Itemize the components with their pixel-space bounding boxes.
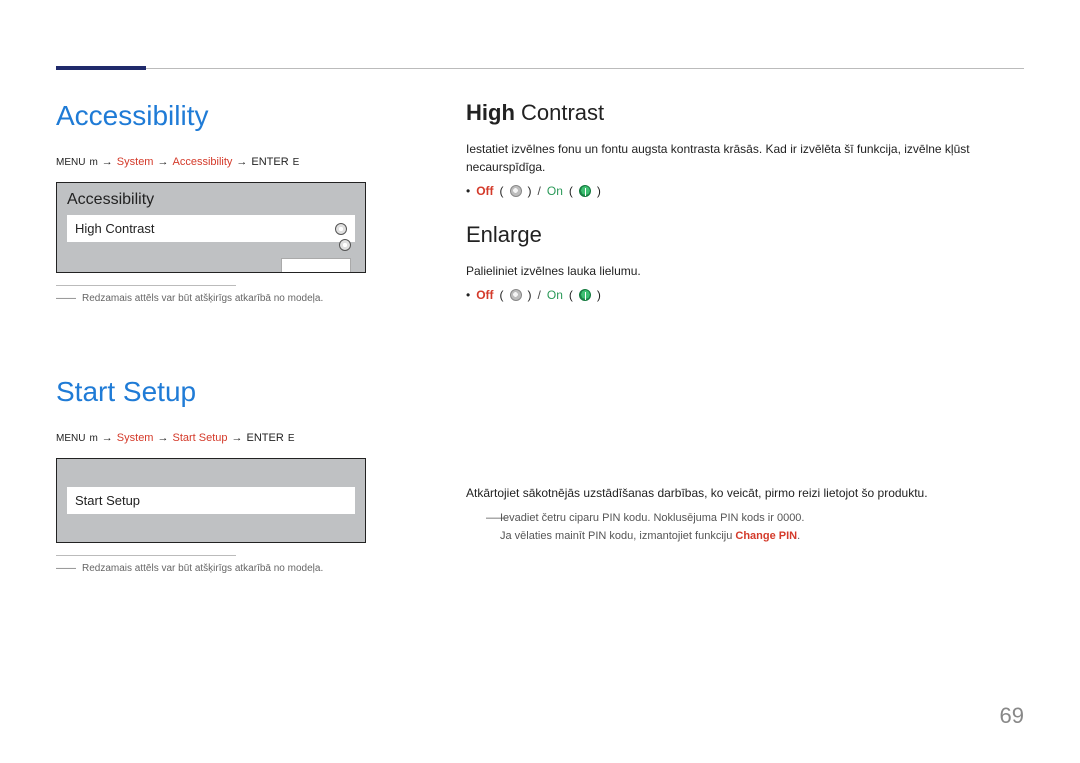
breadcrumb-system: System [117, 156, 154, 168]
option-off-label: Off [476, 184, 493, 198]
accessibility-menu-inner: Accessibility High Contrast [57, 183, 365, 272]
heading-bold: High [466, 100, 515, 125]
footnote-divider [56, 555, 236, 556]
paren-open: ( [569, 184, 573, 198]
arrow-icon: → [102, 156, 113, 168]
note-pin-default: ―― Ievadiet četru ciparu PIN kodu. Noklus… [486, 510, 1024, 528]
arrow-icon: → [157, 156, 168, 168]
startsetup-menu-preview: Start Setup [56, 458, 366, 543]
footnote-marker: ―― [56, 293, 76, 304]
preview-row-startsetup[interactable]: Start Setup [67, 487, 355, 514]
note2-prefix: Ja vēlaties mainīt PIN kodu, izmantojiet… [500, 530, 735, 542]
preview-row-label: High Contrast [75, 221, 154, 236]
paren-open: ( [569, 288, 573, 302]
toggle-on-icon [579, 289, 591, 301]
paren-close: ) [528, 288, 532, 302]
toggle-indicator-icon [339, 239, 351, 251]
menu-glyph: MENU [56, 157, 85, 168]
desc-enlarge: Palieliniet izvēlnes lauka lielumu. [466, 262, 1024, 280]
preview-row-highcontrast[interactable]: High Contrast [67, 215, 355, 242]
slash: / [538, 184, 541, 198]
toggle-indicator-icon [335, 223, 347, 235]
accessibility-section: Accessibility MENU m → System → Accessib… [56, 100, 366, 306]
accessibility-menu-preview: Accessibility High Contrast [56, 182, 366, 273]
menu-glyph: MENU [56, 433, 85, 444]
paren-close: ) [528, 184, 532, 198]
breadcrumb-accessibility-label: Accessibility [172, 156, 232, 168]
startsetup-section: Start Setup MENU m → System → Start Setu… [56, 376, 366, 576]
preview-row-label: Start Setup [75, 493, 140, 508]
paren-close: ) [597, 184, 601, 198]
arrow-icon: → [236, 156, 247, 168]
footnote-text: Redzamais attēls var būt atšķirīgs atkar… [82, 563, 323, 574]
toggle-off-icon [510, 289, 522, 301]
arrow-icon: → [232, 432, 243, 444]
startsetup-desc-block: Atkārtojiet sākotnējās uzstādīšanas darb… [466, 484, 1024, 545]
arrow-icon: → [102, 432, 113, 444]
left-column: Accessibility MENU m → System → Accessib… [56, 100, 366, 576]
footnote-text: Redzamais attēls var būt atšķirīgs atkar… [82, 293, 323, 304]
page-number: 69 [1000, 703, 1024, 729]
paren-open: ( [500, 184, 504, 198]
page-top-rule [56, 68, 1024, 69]
note-marker: ―― [486, 510, 492, 528]
breadcrumb-enter: ENTER [247, 432, 284, 444]
toggle-on-icon [579, 185, 591, 197]
desc-highcontrast: Iestatiet izvēlnes fonu un fontu augsta … [466, 140, 1024, 176]
paren-close: ) [597, 288, 601, 302]
breadcrumb-startsetup-label: Start Setup [172, 432, 227, 444]
option-enlarge: • Off ( ) / On ( ) [466, 288, 1024, 302]
note2-suffix: . [797, 530, 800, 542]
note2-highlight: Change PIN [735, 530, 797, 542]
breadcrumb-accessibility: MENU m → System → Accessibility → ENTER … [56, 156, 366, 168]
preview-cropped-element [281, 258, 351, 272]
right-column: High Contrast Iestatiet izvēlnes fonu un… [466, 100, 1024, 576]
section-title-startsetup: Start Setup [56, 376, 366, 408]
manual-page: Accessibility MENU m → System → Accessib… [0, 0, 1080, 763]
bullet-icon: • [466, 288, 470, 302]
footnote-startsetup: ―― Redzamais attēls var būt atšķirīgs atk… [56, 562, 366, 576]
page-top-rule-accent [56, 66, 146, 70]
enter-icon: E [288, 433, 295, 444]
preview-panel-title: Accessibility [67, 191, 355, 209]
paren-open: ( [500, 288, 504, 302]
arrow-icon: → [157, 432, 168, 444]
breadcrumb-enter: ENTER [251, 156, 288, 168]
left-spacer [56, 306, 366, 376]
enter-icon: E [293, 157, 300, 168]
menu-icon: m [89, 433, 97, 444]
bullet-icon: • [466, 184, 470, 198]
toggle-off-icon [510, 185, 522, 197]
option-on-label: On [547, 288, 563, 302]
footnote-divider [56, 285, 236, 286]
heading-rest: Contrast [515, 100, 604, 125]
slash: / [538, 288, 541, 302]
spacer [466, 214, 1024, 222]
note-change-pin: Ja vēlaties mainīt PIN kodu, izmantojiet… [486, 528, 1024, 546]
desc-startsetup: Atkārtojiet sākotnējās uzstādīšanas darb… [466, 484, 1024, 502]
section-title-accessibility: Accessibility [56, 100, 366, 132]
page-columns: Accessibility MENU m → System → Accessib… [56, 56, 1024, 576]
breadcrumb-system: System [117, 432, 154, 444]
option-highcontrast: • Off ( ) / On ( ) [466, 184, 1024, 198]
menu-icon: m [89, 157, 97, 168]
note1-text: Ievadiet četru ciparu PIN kodu. Noklusēj… [500, 512, 804, 524]
footnote-accessibility: ―― Redzamais attēls var būt atšķirīgs atk… [56, 292, 366, 306]
option-on-label: On [547, 184, 563, 198]
footnote-marker: ―― [56, 563, 76, 574]
heading-highcontrast: High Contrast [466, 100, 1024, 126]
heading-enlarge: Enlarge [466, 222, 1024, 248]
option-off-label: Off [476, 288, 493, 302]
breadcrumb-startsetup: MENU m → System → Start Setup → ENTER E [56, 432, 366, 444]
